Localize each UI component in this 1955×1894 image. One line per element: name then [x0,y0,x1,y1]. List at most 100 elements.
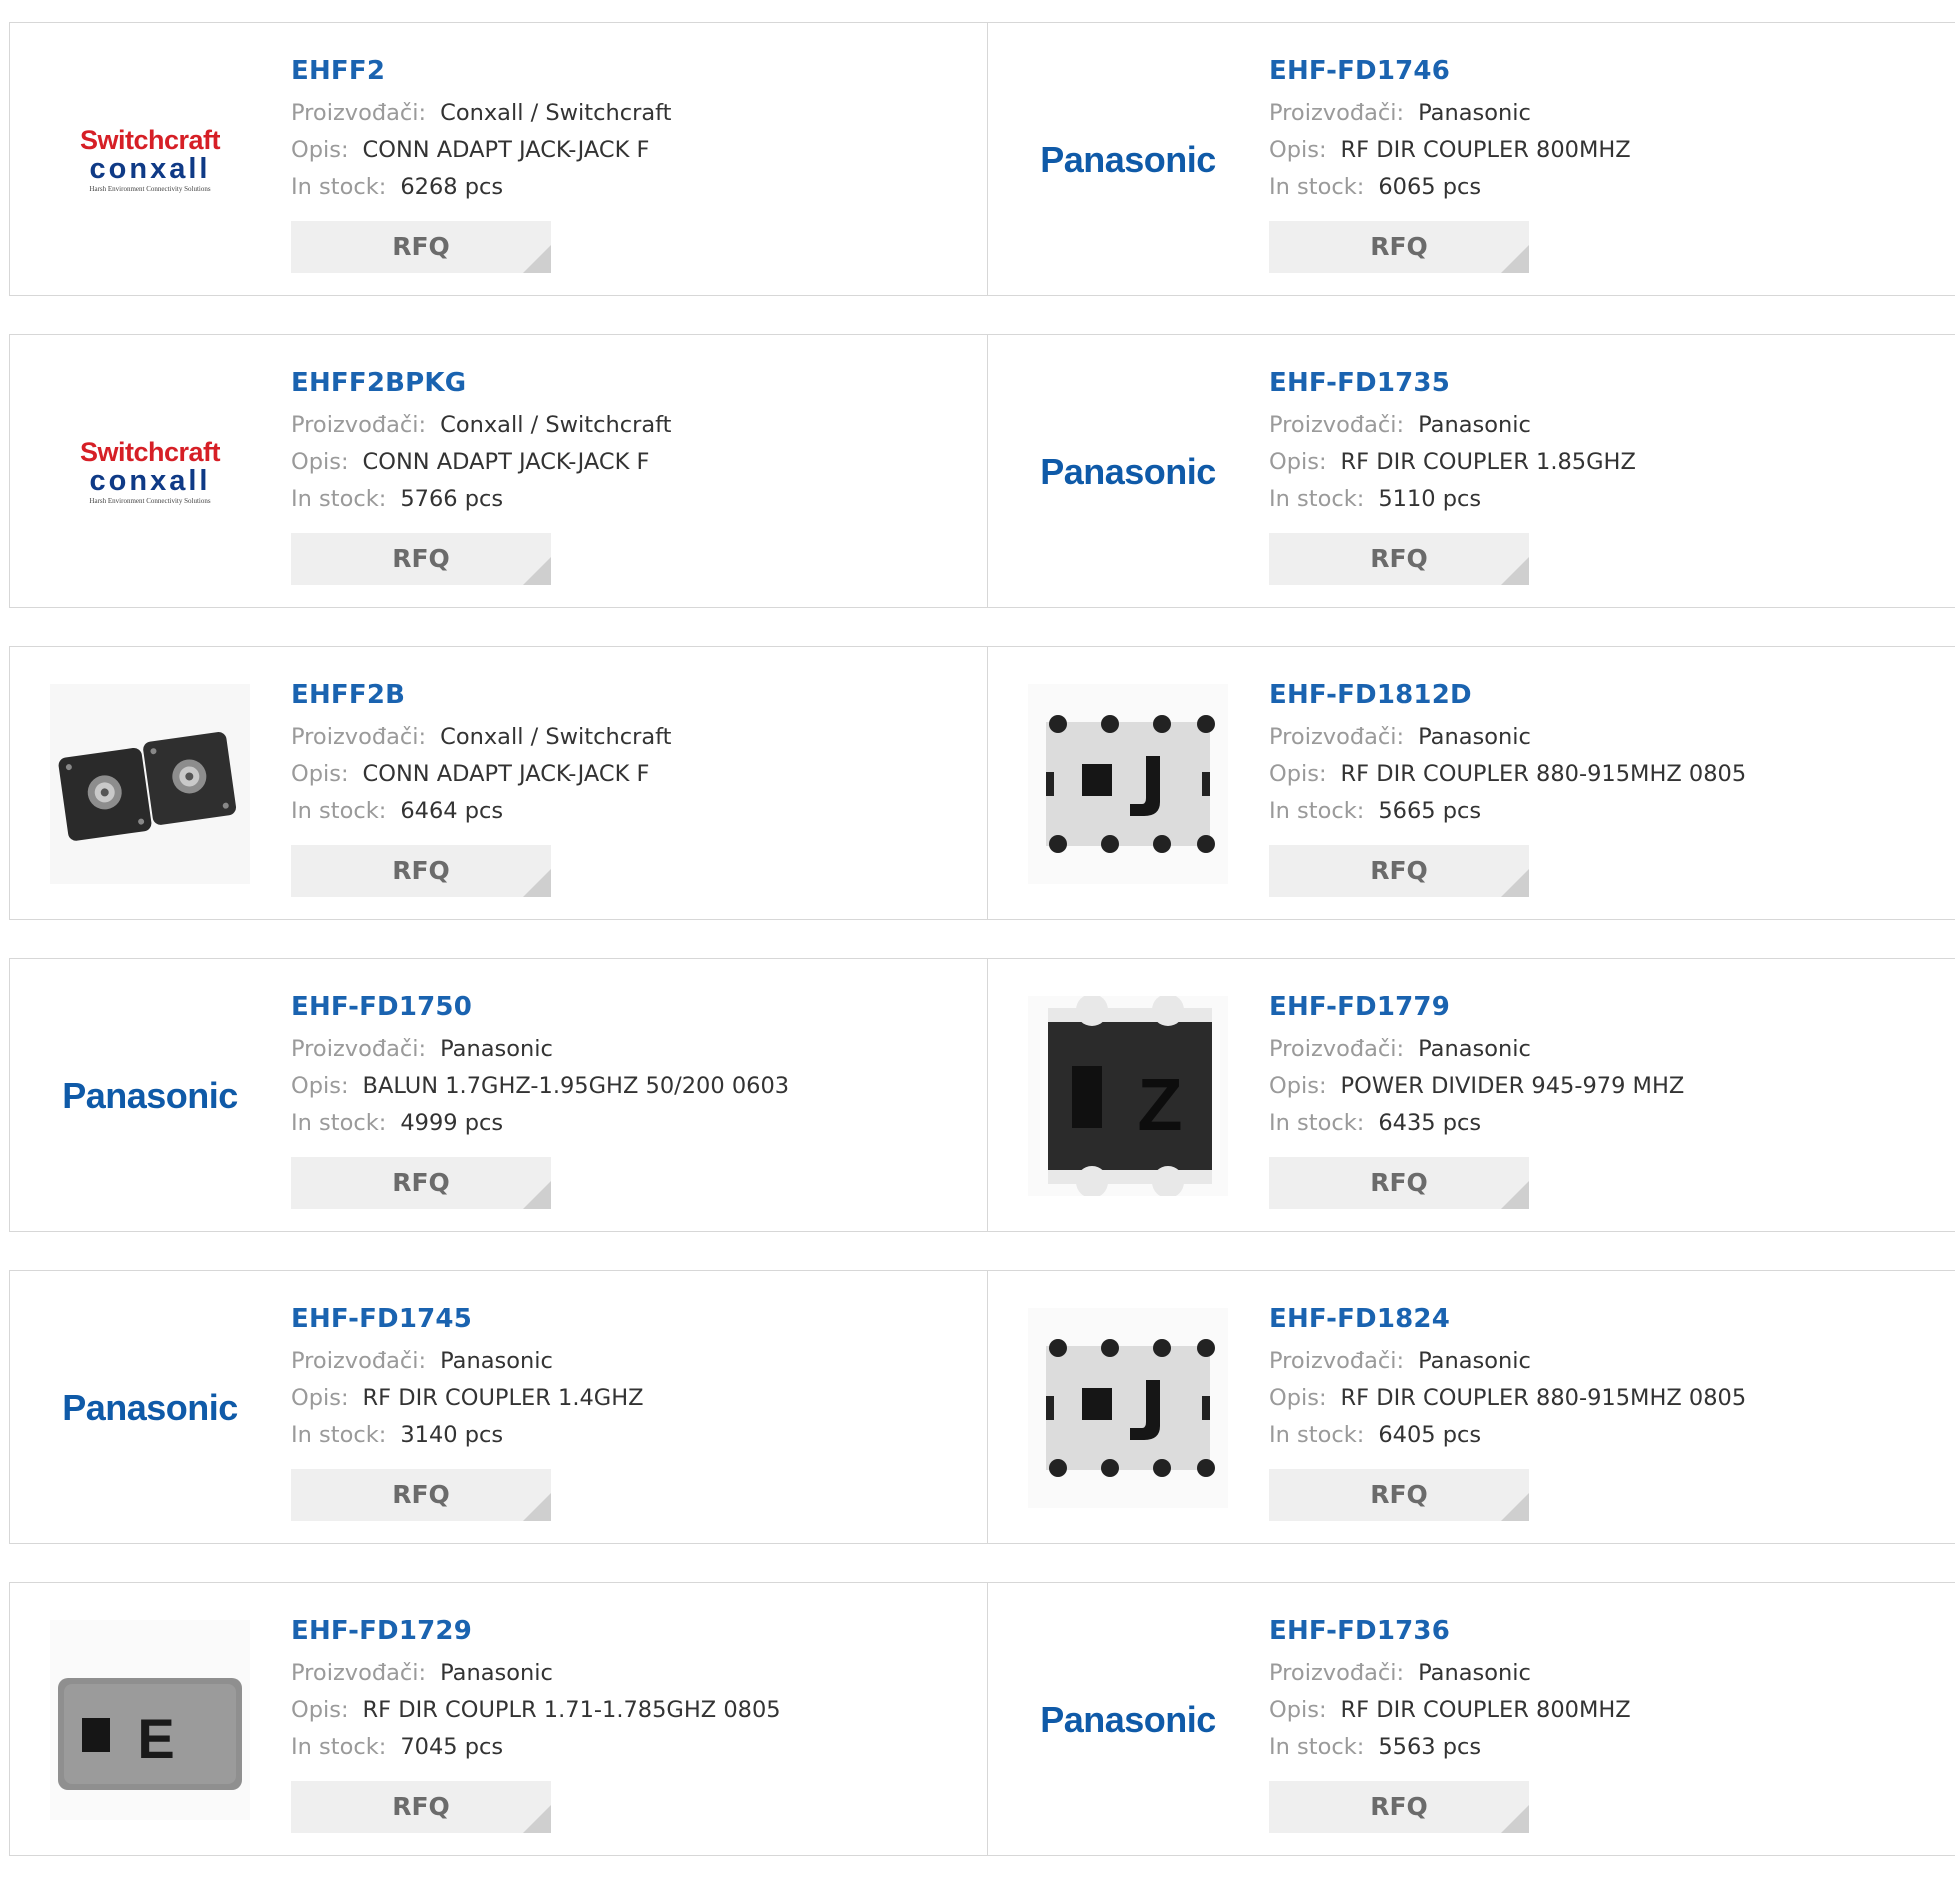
rfq-button[interactable]: RFQ [291,845,551,897]
product-name-link[interactable]: EHFF2B [291,677,672,713]
rfq-button[interactable]: RFQ [291,1157,551,1209]
rfq-label: RFQ [1370,856,1428,885]
product-image[interactable]: E [50,1620,250,1820]
panasonic-logo: Panasonic [62,1075,238,1116]
rfq-button[interactable]: RFQ [291,1469,551,1521]
product-name-link[interactable]: EHF-FD1812D [1269,677,1746,713]
rfq-corner-decoration [523,1181,551,1209]
description-value: RF DIR COUPLR 1.71-1.785GHZ 0805 [362,1697,781,1723]
stock-label: In stock: [1269,1734,1365,1760]
description-label: Opis: [1269,1385,1327,1411]
description-line: Opis: RF DIR COUPLER 1.4GHZ [291,1380,644,1417]
product-name-link[interactable]: EHF-FD1750 [291,989,789,1025]
rfq-corner-decoration [1501,1805,1529,1833]
manufacturer-value: Conxall / Switchcraft [440,412,672,438]
rfq-button[interactable]: RFQ [1269,845,1529,897]
product-image[interactable]: Panasonic [1028,60,1228,260]
stock-line: In stock: 3140 pcs [291,1417,644,1454]
product-card: Panasonic EHF-FD1745 Proizvođači: Panason… [9,1270,987,1544]
manufacturer-label: Proizvođači: [1269,1348,1405,1374]
description-label: Opis: [1269,1073,1327,1099]
product-card: Switchcraft conxall Harsh Environment Co… [9,22,987,296]
product-image[interactable] [1028,684,1228,884]
stock-line: In stock: 5563 pcs [1269,1729,1631,1766]
stock-line: In stock: 6464 pcs [291,793,672,830]
product-name-link[interactable]: EHF-FD1745 [291,1301,644,1337]
product-info: EHFF2 Proizvođači: Conxall / Switchcraft … [291,53,672,273]
product-card: Panasonic EHF-FD1736 Proizvođači: Panason… [987,1582,1955,1856]
rfq-button[interactable]: RFQ [1269,1469,1529,1521]
rfq-corner-decoration [523,557,551,585]
product-image[interactable]: Panasonic [1028,372,1228,572]
description-label: Opis: [291,1697,349,1723]
rfq-button[interactable]: RFQ [291,533,551,585]
connector-plate-photo [50,684,250,884]
rfq-button[interactable]: RFQ [1269,221,1529,273]
manufacturer-line: Proizvođači: Conxall / Switchcraft [291,719,672,756]
manufacturer-label: Proizvođači: [291,724,427,750]
svg-text:E: E [137,1707,174,1770]
rfq-button[interactable]: RFQ [1269,1781,1529,1833]
rfq-button[interactable]: RFQ [1269,533,1529,585]
product-image[interactable] [1028,1308,1228,1508]
rfq-label: RFQ [1370,544,1428,573]
manufacturer-line: Proizvođači: Panasonic [1269,719,1746,756]
description-label: Opis: [1269,137,1327,163]
panasonic-logo: Panasonic [1040,451,1216,492]
description-value: POWER DIVIDER 945-979 MHZ [1340,1073,1685,1099]
manufacturer-label: Proizvođači: [1269,100,1405,126]
product-name-link[interactable]: EHF-FD1736 [1269,1613,1631,1649]
product-name-link[interactable]: EHFF2BPKG [291,365,672,401]
manufacturer-line: Proizvođači: Panasonic [291,1655,781,1692]
rfq-label: RFQ [392,232,450,261]
product-info: EHF-FD1812D Proizvođači: Panasonic Opis: R… [1269,677,1746,897]
rfq-label: RFQ [392,1168,450,1197]
description-label: Opis: [1269,449,1327,475]
stock-value: 3140 pcs [400,1422,504,1448]
rfq-button[interactable]: RFQ [1269,1157,1529,1209]
product-row: Switchcraft conxall Harsh Environment Co… [9,22,1955,296]
stock-line: In stock: 6405 pcs [1269,1417,1746,1454]
product-name-link[interactable]: EHF-FD1746 [1269,53,1631,89]
product-name-link[interactable]: EHFF2 [291,53,672,89]
product-info: EHF-FD1750 Proizvođači: Panasonic Opis: BA… [291,989,789,1209]
stock-value: 7045 pcs [400,1734,504,1760]
product-image[interactable]: Panasonic [50,1308,250,1508]
product-image[interactable]: Switchcraft conxall Harsh Environment Co… [50,372,250,572]
description-label: Opis: [291,761,349,787]
stock-line: In stock: 6268 pcs [291,169,672,206]
switchcraft-conxall-logo: Switchcraft conxall Harsh Environment Co… [79,125,221,193]
stock-label: In stock: [1269,1110,1365,1136]
product-image[interactable]: Panasonic [50,996,250,1196]
stock-label: In stock: [1269,1422,1365,1448]
manufacturer-label: Proizvođači: [291,100,427,126]
product-name-link[interactable]: EHF-FD1779 [1269,989,1684,1025]
product-image[interactable]: Z [1028,996,1228,1196]
stock-value: 6435 pcs [1378,1110,1482,1136]
manufacturer-label: Proizvođači: [1269,1036,1405,1062]
description-label: Opis: [291,137,349,163]
product-card: Panasonic EHF-FD1750 Proizvođači: Panason… [9,958,987,1232]
rfq-button[interactable]: RFQ [291,221,551,273]
product-image[interactable]: Switchcraft conxall Harsh Environment Co… [50,60,250,260]
product-name-link[interactable]: EHF-FD1735 [1269,365,1636,401]
manufacturer-value: Panasonic [440,1036,553,1062]
manufacturer-value: Conxall / Switchcraft [440,724,672,750]
rfq-label: RFQ [392,1792,450,1821]
product-image[interactable]: Panasonic [1028,1620,1228,1820]
stock-line: In stock: 4999 pcs [291,1105,789,1142]
product-info: EHF-FD1729 Proizvođači: Panasonic Opis: RF… [291,1613,781,1833]
description-line: Opis: CONN ADAPT JACK-JACK F [291,444,672,481]
rfq-button[interactable]: RFQ [291,1781,551,1833]
product-image[interactable] [50,684,250,884]
stock-line: In stock: 7045 pcs [291,1729,781,1766]
description-label: Opis: [291,1385,349,1411]
product-name-link[interactable]: EHF-FD1824 [1269,1301,1746,1337]
rfq-corner-decoration [1501,557,1529,585]
panasonic-logo: Panasonic [1040,139,1216,180]
product-card: Z EHF-FD1779 Proizvođači: Panasonic Opis:… [987,958,1955,1232]
stock-label: In stock: [291,1734,387,1760]
manufacturer-line: Proizvođači: Panasonic [1269,407,1636,444]
product-name-link[interactable]: EHF-FD1729 [291,1613,781,1649]
description-value: CONN ADAPT JACK-JACK F [362,137,650,163]
